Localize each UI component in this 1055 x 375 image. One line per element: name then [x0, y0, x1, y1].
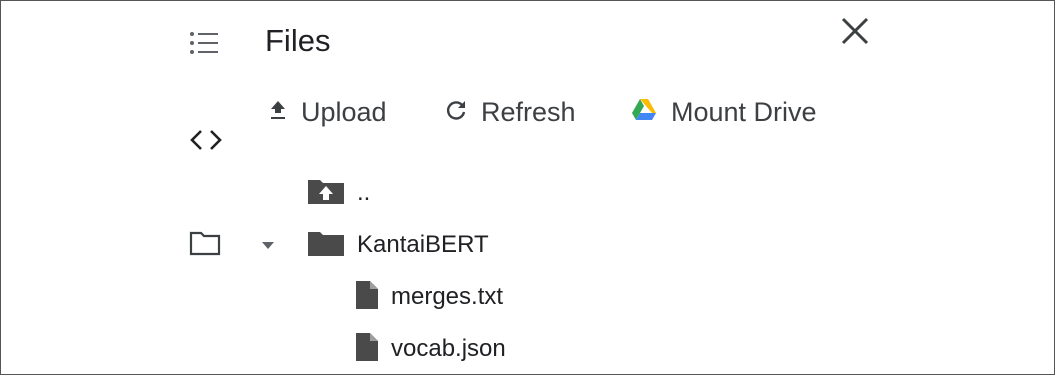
folder-label: KantaiBERT: [357, 231, 489, 258]
caret-down-icon[interactable]: [261, 238, 275, 252]
table-of-contents-icon[interactable]: [189, 31, 219, 55]
close-icon[interactable]: [837, 13, 873, 49]
file-icon: [355, 280, 379, 315]
folder-row-kantaibert[interactable]: KantaiBERT: [261, 225, 489, 265]
mount-drive-button[interactable]: Mount Drive: [631, 93, 817, 131]
panel-title: Files: [265, 23, 331, 58]
folder-icon: [307, 229, 345, 262]
google-drive-icon: [631, 98, 657, 126]
file-icon: [355, 332, 379, 367]
refresh-icon: [445, 99, 467, 126]
files-panel: Files Upload Refresh Mount Drive .. Kant…: [0, 0, 1055, 375]
mount-drive-label: Mount Drive: [671, 96, 817, 127]
upload-label: Upload: [301, 96, 387, 127]
folder-outline-icon[interactable]: [189, 230, 221, 256]
parent-directory-label: ..: [357, 179, 371, 206]
file-label: merges.txt: [391, 283, 504, 310]
folder-up-icon: [307, 177, 345, 210]
file-label: vocab.json: [391, 335, 506, 362]
upload-button[interactable]: Upload: [269, 93, 387, 131]
refresh-button[interactable]: Refresh: [445, 93, 576, 131]
upload-icon: [269, 99, 287, 126]
file-row[interactable]: vocab.json: [355, 329, 506, 369]
file-row[interactable]: merges.txt: [355, 277, 503, 317]
parent-directory-row[interactable]: ..: [307, 173, 370, 213]
code-snippets-icon[interactable]: [189, 127, 223, 153]
refresh-label: Refresh: [481, 96, 576, 127]
